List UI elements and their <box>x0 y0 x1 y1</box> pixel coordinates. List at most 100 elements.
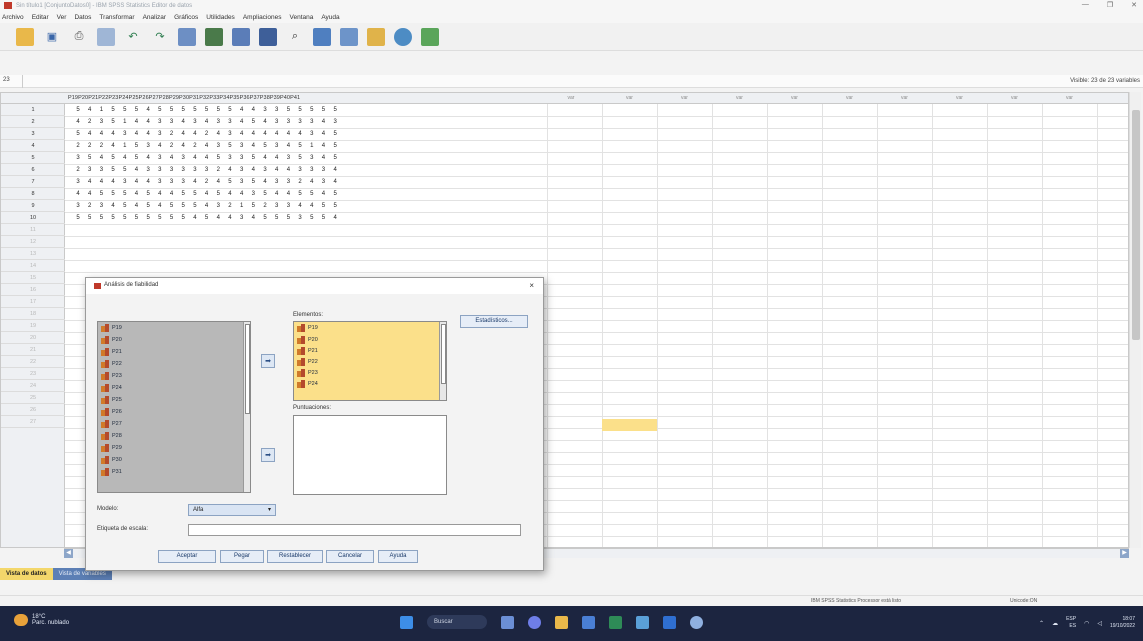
list-item[interactable]: P30 <box>98 454 250 466</box>
run-descriptives-icon[interactable] <box>259 27 277 46</box>
maximize-icon[interactable]: ❐ <box>1107 1 1113 9</box>
row-number[interactable]: 21 <box>1 344 65 356</box>
menu-transformar[interactable]: Transformar <box>99 14 134 21</box>
var-column-header[interactable]: var <box>551 93 591 104</box>
open-folder-icon[interactable] <box>16 27 34 46</box>
close-icon[interactable]: ✕ <box>1131 1 1137 9</box>
scrollbar-thumb[interactable] <box>245 324 250 414</box>
value-labels-icon[interactable] <box>367 27 385 46</box>
list-item[interactable]: P21 <box>294 345 446 356</box>
row-number[interactable]: 6 <box>1 164 65 176</box>
list-item[interactable]: P31 <box>98 466 250 478</box>
file-explorer-icon[interactable] <box>555 615 568 629</box>
scale-label-field[interactable] <box>188 524 521 536</box>
var-column-header[interactable]: var <box>712 93 767 104</box>
move-to-elements-button[interactable]: ➡ <box>261 354 275 368</box>
use-sets-icon[interactable] <box>394 27 412 46</box>
list-item[interactable]: P20 <box>294 334 446 345</box>
go-to-case-icon[interactable] <box>178 27 196 46</box>
scrollbar-thumb[interactable] <box>1132 110 1140 340</box>
scores-list[interactable] <box>293 415 447 495</box>
vertical-scrollbar[interactable] <box>1129 92 1141 548</box>
clock[interactable]: 18:07 19/10/2022 <box>1110 616 1135 630</box>
var-column-header[interactable]: var <box>822 93 877 104</box>
taskbar-search[interactable]: Buscar <box>427 615 487 629</box>
list-item[interactable]: P21 <box>98 346 250 358</box>
var-column-header[interactable]: var <box>1042 93 1097 104</box>
list-item[interactable]: P26 <box>98 406 250 418</box>
paste-button[interactable]: Pegar <box>220 550 264 563</box>
row-number[interactable]: 27 <box>1 416 65 428</box>
table-row[interactable]: 35454543434453354435345 <box>68 152 336 164</box>
list-item[interactable]: P19 <box>294 322 446 334</box>
var-column-header[interactable]: var <box>932 93 987 104</box>
menu-editar[interactable]: Editar <box>32 14 49 21</box>
row-number[interactable]: 25 <box>1 392 65 404</box>
row-number[interactable]: 5 <box>1 152 65 164</box>
row-number[interactable]: 8 <box>1 188 65 200</box>
redo-icon[interactable]: ↷ <box>151 28 169 46</box>
var-column-header[interactable]: var <box>877 93 932 104</box>
list-item[interactable]: P29 <box>98 442 250 454</box>
row-number[interactable]: 4 <box>1 140 65 152</box>
list-item[interactable]: P24 <box>294 378 446 389</box>
source-list-scrollbar[interactable] <box>243 322 250 492</box>
show-all-variables-icon[interactable] <box>421 27 439 46</box>
ok-button[interactable]: Aceptar <box>158 550 216 563</box>
language-indicator[interactable]: ESP <box>1066 616 1076 623</box>
language-region[interactable]: ES <box>1066 623 1076 630</box>
list-item[interactable]: P24 <box>98 382 250 394</box>
chevron-up-icon[interactable]: ⌃ <box>1039 620 1044 627</box>
row-number[interactable]: 11 <box>1 224 65 236</box>
help-button[interactable]: Ayuda <box>378 550 418 563</box>
menu-archivo[interactable]: Archivo <box>2 14 24 21</box>
undo-icon[interactable]: ↶ <box>124 28 142 46</box>
word-icon[interactable] <box>663 615 676 629</box>
row-number[interactable]: 20 <box>1 332 65 344</box>
elements-list[interactable]: P19 P20 P21 P22 P23 P24 <box>293 321 447 401</box>
row-number[interactable]: 26 <box>1 404 65 416</box>
list-item[interactable]: P22 <box>294 356 446 367</box>
close-icon[interactable]: × <box>529 281 534 290</box>
table-row[interactable]: 55555555554544345553554 <box>68 212 336 224</box>
row-number[interactable]: 13 <box>1 248 65 260</box>
task-view-icon[interactable] <box>501 615 514 629</box>
row-number[interactable]: 3 <box>1 128 65 140</box>
chat-icon[interactable] <box>528 615 541 629</box>
reset-button[interactable]: Restablecer <box>267 550 323 563</box>
row-number[interactable]: 22 <box>1 356 65 368</box>
menu-graficos[interactable]: Gráficos <box>174 14 198 21</box>
list-item[interactable]: P23 <box>294 367 446 378</box>
row-number[interactable]: 18 <box>1 308 65 320</box>
variable-column-headers[interactable]: P19P20P21P22P23P24P25P26P27P28P29P30P31P… <box>68 93 338 104</box>
row-number[interactable]: 10 <box>1 212 65 224</box>
list-item[interactable]: P22 <box>98 358 250 370</box>
volume-icon[interactable]: ◁ <box>1097 620 1102 627</box>
windows-start-icon[interactable] <box>400 615 413 629</box>
move-to-scores-button[interactable]: ➡ <box>261 448 275 462</box>
model-select[interactable]: Alfa ▾ <box>188 504 276 516</box>
list-item[interactable]: P20 <box>98 334 250 346</box>
table-row[interactable]: 23355433333324343443334 <box>68 164 336 176</box>
row-number[interactable]: 2 <box>1 116 65 128</box>
table-row[interactable]: 34443443334245354332434 <box>68 176 336 188</box>
print-icon[interactable]: ⎙ <box>70 28 88 46</box>
tab-data-view[interactable]: Vista de datos <box>0 568 53 580</box>
var-column-header[interactable]: var <box>987 93 1042 104</box>
cancel-button[interactable]: Cancelar <box>326 550 374 563</box>
menu-ventana[interactable]: Ventana <box>289 14 313 21</box>
save-icon[interactable]: ▣ <box>43 28 61 46</box>
excel-icon[interactable] <box>609 615 622 629</box>
list-item[interactable]: P27 <box>98 418 250 430</box>
go-to-variable-icon[interactable] <box>205 27 223 46</box>
wifi-icon[interactable]: ◠ <box>1084 620 1089 627</box>
var-column-header[interactable]: var <box>657 93 712 104</box>
variables-icon[interactable] <box>232 27 250 46</box>
cloud-icon[interactable]: ☁ <box>1052 620 1058 627</box>
var-column-header[interactable]: var <box>602 93 657 104</box>
list-item[interactable]: P23 <box>98 370 250 382</box>
row-number[interactable]: 1 <box>1 104 65 116</box>
table-row[interactable]: 54443443244243444444345 <box>68 128 336 140</box>
list-item[interactable]: P19 <box>98 322 250 334</box>
row-number[interactable]: 14 <box>1 260 65 272</box>
